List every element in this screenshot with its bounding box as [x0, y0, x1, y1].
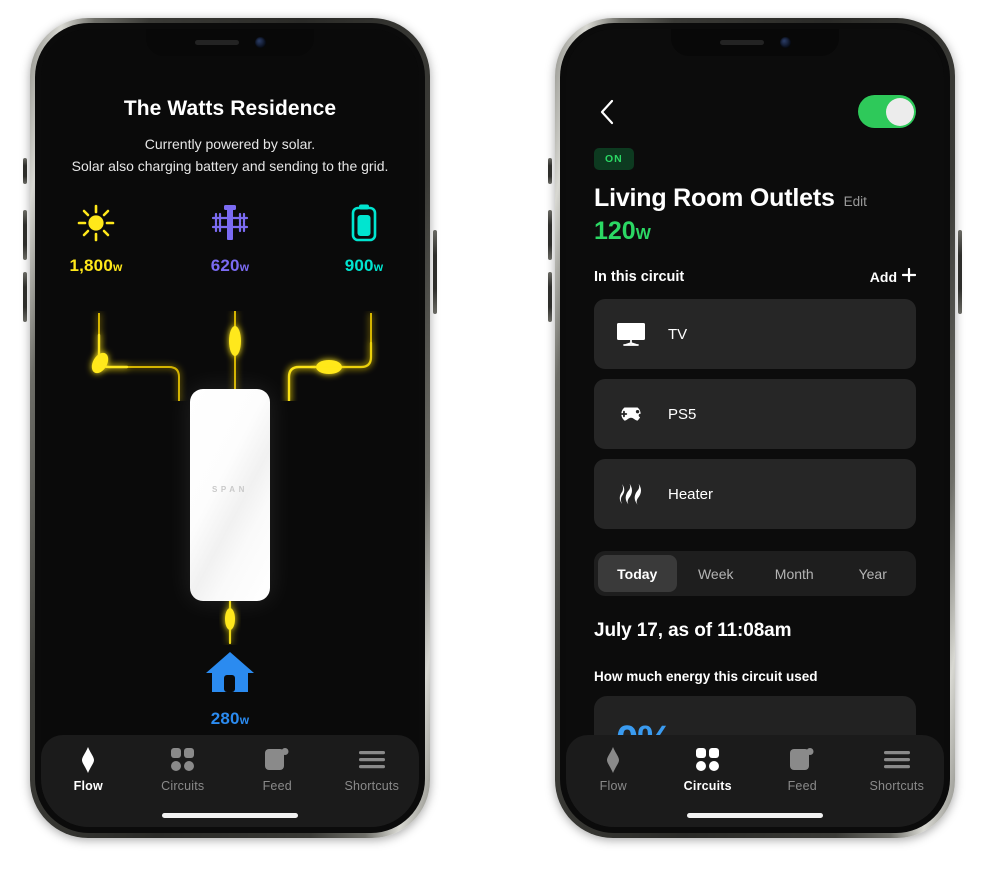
power-button[interactable] [433, 230, 437, 314]
tv-icon [616, 322, 646, 346]
tab-flow-label: Flow [73, 779, 103, 793]
status-line-1: Currently powered by solar. [144, 136, 316, 152]
home-indicator[interactable] [687, 813, 823, 818]
circuit-detail-screen: ON Living Room Outlets Edit 120W In this… [566, 29, 944, 827]
heat-waves-icon [616, 480, 646, 508]
energy-sources-row: 1,800w 620w 900w [41, 201, 419, 276]
span-panel-graphic: SPAN [190, 389, 270, 601]
shortcuts-icon [358, 747, 385, 773]
front-camera-icon [254, 37, 266, 48]
as-of-timestamp: July 17, as of 11:08am [594, 620, 792, 641]
usage-question: How much energy this circuit used [594, 669, 818, 684]
circuit-name: Living Room Outlets [594, 184, 835, 212]
device-list: TV PS5 Heater [594, 299, 916, 529]
segment-today[interactable]: Today [598, 555, 677, 592]
span-brand-word: SPAN [211, 484, 249, 494]
phone-screen-left: The Watts Residence Currently powered by… [41, 29, 419, 827]
grid-watts: 620w [210, 256, 250, 276]
list-item[interactable]: PS5 [594, 379, 916, 449]
volume-down-button[interactable] [548, 272, 552, 322]
earpiece-speaker-icon [719, 40, 764, 45]
phone-device-left: The Watts Residence Currently powered by… [23, 18, 437, 838]
tab-circuits-label: Circuits [683, 779, 732, 793]
tab-flow[interactable]: Flow [41, 747, 136, 793]
in-this-circuit-header: In this circuit Add [594, 267, 917, 285]
list-item[interactable]: TV [594, 299, 916, 369]
tab-feed-label: Feed [787, 779, 817, 793]
circuit-watts: 120W [594, 217, 651, 245]
circuit-power-toggle[interactable] [858, 95, 916, 128]
phone-device-right: ON Living Room Outlets Edit 120W In this… [548, 18, 962, 838]
sun-icon [76, 201, 116, 243]
feed-icon [265, 747, 289, 773]
silence-switch[interactable] [23, 158, 27, 184]
volume-down-button[interactable] [23, 272, 27, 322]
notch [146, 29, 314, 56]
tab-feed-label: Feed [262, 779, 292, 793]
gamepad-icon [616, 404, 646, 424]
period-segmented-control: Today Week Month Year [594, 551, 916, 596]
shortcuts-icon [883, 747, 910, 773]
page-title: The Watts Residence [123, 97, 337, 120]
home-indicator[interactable] [162, 813, 298, 818]
tab-circuits[interactable]: Circuits [136, 747, 231, 793]
feed-icon [790, 747, 814, 773]
status-line-2: Solar also charging battery and sending … [71, 157, 389, 174]
tab-circuits[interactable]: Circuits [661, 747, 756, 793]
add-label: Add [869, 268, 897, 285]
tab-shortcuts[interactable]: Shortcuts [850, 747, 945, 793]
segment-week[interactable]: Week [677, 555, 756, 592]
battery-watts: 900w [344, 256, 384, 276]
tab-feed[interactable]: Feed [230, 747, 325, 793]
flow-icon [605, 747, 621, 773]
source-battery[interactable]: 900w [325, 201, 403, 276]
add-device-button[interactable]: Add [869, 267, 917, 285]
tab-shortcuts-label: Shortcuts [869, 779, 925, 793]
volume-up-button[interactable] [23, 210, 27, 260]
tab-shortcuts[interactable]: Shortcuts [325, 747, 420, 793]
segment-year[interactable]: Year [834, 555, 913, 592]
screenshot-canvas: The Watts Residence Currently powered by… [0, 0, 1000, 880]
flow-screen: The Watts Residence Currently powered by… [41, 29, 419, 827]
device-name: TV [668, 325, 688, 343]
tab-feed[interactable]: Feed [755, 747, 850, 793]
panel-to-home-flow [210, 599, 250, 650]
circuits-icon [695, 747, 720, 773]
house-icon [41, 649, 419, 700]
section-label: In this circuit [594, 268, 685, 285]
flow-icon [80, 747, 96, 773]
chevron-left-icon[interactable] [594, 99, 620, 125]
battery-icon [349, 201, 379, 243]
tab-flow[interactable]: Flow [566, 747, 661, 793]
segment-month[interactable]: Month [755, 555, 834, 592]
silence-switch[interactable] [548, 158, 552, 184]
edit-link[interactable]: Edit [844, 194, 867, 209]
source-solar[interactable]: 1,800w [57, 201, 135, 276]
device-name: Heater [668, 485, 714, 503]
tab-flow-label: Flow [599, 779, 627, 793]
home-consumption[interactable]: 280w [41, 649, 419, 729]
circuits-icon [170, 747, 195, 773]
phone-screen-right: ON Living Room Outlets Edit 120W In this… [566, 29, 944, 827]
toggle-knob [885, 97, 914, 126]
status-badge: ON [594, 148, 634, 170]
volume-up-button[interactable] [548, 210, 552, 260]
device-name: PS5 [668, 405, 697, 423]
energy-flow-lines [41, 311, 419, 405]
source-grid[interactable]: 620w [191, 201, 269, 276]
tab-shortcuts-label: Shortcuts [344, 779, 400, 793]
list-item[interactable]: Heater [594, 459, 916, 529]
plus-icon [901, 267, 917, 285]
phone-bezel-left: The Watts Residence Currently powered by… [35, 23, 425, 833]
front-camera-icon [779, 37, 791, 48]
tab-circuits-label: Circuits [161, 779, 205, 793]
home-watts: 280w [210, 709, 250, 728]
utility-pole-icon [208, 201, 252, 243]
power-button[interactable] [958, 230, 962, 314]
solar-watts: 1,800w [69, 256, 123, 276]
circuit-title-row: Living Room Outlets Edit [594, 184, 916, 213]
notch [671, 29, 839, 56]
earpiece-speaker-icon [194, 40, 239, 45]
phone-bezel-right: ON Living Room Outlets Edit 120W In this… [560, 23, 950, 833]
